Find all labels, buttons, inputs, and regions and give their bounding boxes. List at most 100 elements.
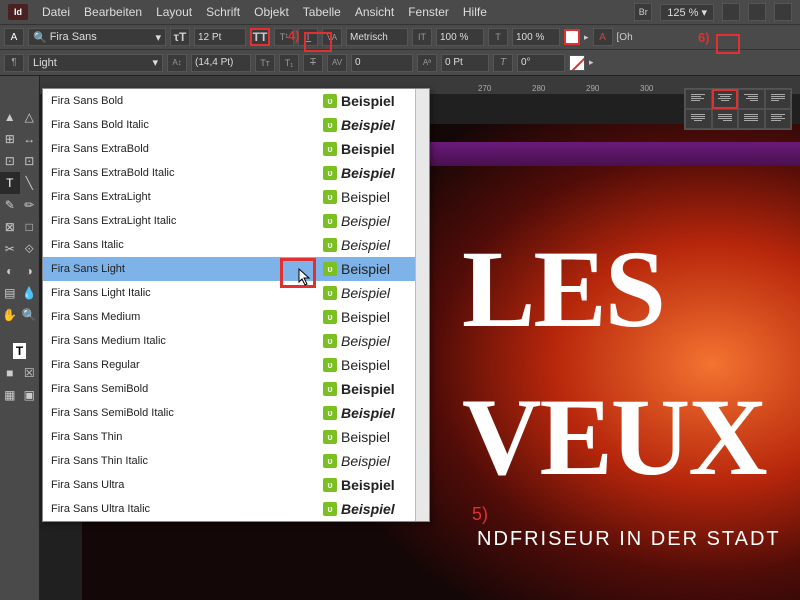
line-tool[interactable]: ╲ — [20, 172, 40, 194]
subscript-button[interactable]: T₁ — [279, 54, 299, 72]
strikethrough-button[interactable]: T — [303, 54, 323, 72]
font-option[interactable]: Fira Sans ExtraLightυBeispiel — [43, 185, 429, 209]
paragraph-align-panel — [684, 88, 792, 130]
font-option[interactable]: Fira Sans ExtraBold ItalicυBeispiel — [43, 161, 429, 185]
headline-line2: VEUX — [462, 374, 766, 501]
menu-fenster[interactable]: Fenster — [408, 5, 449, 19]
menu-ansicht[interactable]: Ansicht — [355, 5, 394, 19]
screen-mode-button[interactable] — [722, 3, 740, 21]
font-option[interactable]: Fira Sans SemiBold ItalicυBeispiel — [43, 401, 429, 425]
leading-input[interactable]: (14,4 Pt) — [191, 54, 251, 72]
font-option[interactable]: Fira Sans ExtraLight ItalicυBeispiel — [43, 209, 429, 233]
font-option[interactable]: Fira Sans MediumυBeispiel — [43, 305, 429, 329]
font-sample-text: Beispiel — [341, 309, 421, 325]
apply-color[interactable]: ■ — [0, 362, 20, 384]
font-option[interactable]: Fira Sans ExtraBoldυBeispiel — [43, 137, 429, 161]
font-size-input[interactable]: 12 Pt — [194, 28, 246, 46]
align-towards-spine[interactable] — [765, 109, 792, 129]
baseline-input[interactable]: 0 Pt — [441, 54, 489, 72]
rectangle-tool[interactable]: □ — [20, 216, 40, 238]
skew-input[interactable]: 0° — [517, 54, 565, 72]
pen-tool[interactable]: ✎ — [0, 194, 20, 216]
menu-schrift[interactable]: Schrift — [206, 5, 240, 19]
char-style-icon[interactable]: A — [593, 28, 613, 46]
gradient-swatch-tool[interactable]: ◐ — [0, 260, 20, 282]
justify-last-left[interactable] — [765, 89, 792, 109]
font-name-label: Fira Sans Italic — [51, 239, 323, 251]
menu-hilfe[interactable]: Hilfe — [463, 5, 487, 19]
font-option[interactable]: Fira Sans BoldυBeispiel — [43, 89, 429, 113]
align-right[interactable] — [738, 89, 765, 109]
font-style-dropdown[interactable]: Fira Sans BoldυBeispielFira Sans Bold It… — [42, 88, 430, 522]
font-sample-text: Beispiel — [341, 93, 421, 109]
selection-tool[interactable]: ▲ — [0, 106, 20, 128]
marker-4-box — [304, 32, 332, 52]
menu-bearbeiten[interactable]: Bearbeiten — [84, 5, 142, 19]
zoom-level[interactable]: 125 % ▾ — [660, 4, 714, 21]
type-tool[interactable]: T — [0, 172, 20, 194]
justify-last-right[interactable] — [712, 109, 739, 129]
eyedropper-tool[interactable]: 💧 — [20, 282, 40, 304]
zoom-tool[interactable]: 🔍 — [20, 304, 40, 326]
font-style-picker[interactable]: Light▾ — [28, 54, 163, 72]
normal-view-mode[interactable]: ▦ — [0, 384, 20, 406]
font-option[interactable]: Fira Sans UltraυBeispiel — [43, 473, 429, 497]
font-option[interactable]: Fira Sans Medium ItalicυBeispiel — [43, 329, 429, 353]
font-option[interactable]: Fira Sans ItalicυBeispiel — [43, 233, 429, 257]
direct-selection-tool[interactable]: △ — [20, 106, 40, 128]
font-option[interactable]: Fira Sans SemiBoldυBeispiel — [43, 377, 429, 401]
content-placer-tool[interactable]: ⊡ — [20, 150, 40, 172]
bridge-button[interactable]: Br — [634, 3, 652, 21]
font-name-label: Fira Sans Light Italic — [51, 287, 323, 299]
font-sample-text: Beispiel — [341, 477, 421, 493]
font-option[interactable]: Fira Sans Light ItalicυBeispiel — [43, 281, 429, 305]
align-left[interactable] — [685, 89, 712, 109]
font-sample-text: Beispiel — [341, 261, 421, 277]
font-option[interactable]: Fira Sans Thin ItalicυBeispiel — [43, 449, 429, 473]
font-option[interactable]: Fira Sans RegularυBeispiel — [43, 353, 429, 377]
marker-4: 4) — [288, 28, 300, 43]
workspace-button[interactable] — [774, 3, 792, 21]
fill-color-swatch[interactable] — [564, 29, 580, 45]
arrange-button[interactable] — [748, 3, 766, 21]
menu-objekt[interactable]: Objekt — [254, 5, 289, 19]
all-caps-button[interactable]: TT — [250, 28, 270, 46]
font-sample-text: Beispiel — [341, 285, 421, 301]
menu-layout[interactable]: Layout — [156, 5, 192, 19]
small-caps-button[interactable]: Tᴛ — [255, 54, 275, 72]
note-tool[interactable]: ▤ — [0, 282, 20, 304]
stroke-color-swatch[interactable] — [569, 55, 585, 71]
gradient-feather-tool[interactable]: ◑ — [20, 260, 40, 282]
align-center[interactable] — [712, 89, 739, 109]
justify-last-center[interactable] — [685, 109, 712, 129]
vscale-icon: IT — [412, 28, 432, 46]
font-option[interactable]: Fira Sans Bold ItalicυBeispiel — [43, 113, 429, 137]
content-collector-tool[interactable]: ⊡ — [0, 150, 20, 172]
apply-none[interactable]: ☒ — [20, 362, 40, 384]
page-tool[interactable]: ⊞ — [0, 128, 20, 150]
hand-tool[interactable]: ✋ — [0, 304, 20, 326]
tracking-input[interactable]: 0 — [351, 54, 413, 72]
menu-tabelle[interactable]: Tabelle — [303, 5, 341, 19]
fill-stroke-toggle[interactable]: T — [0, 340, 39, 362]
hscale-input[interactable]: 100 % — [512, 28, 560, 46]
justify-all[interactable] — [738, 109, 765, 129]
font-family-picker[interactable]: 🔍 Fira Sans▾ — [28, 28, 166, 46]
font-option[interactable]: Fira Sans Ultra ItalicυBeispiel — [43, 497, 429, 521]
font-option[interactable]: Fira Sans ThinυBeispiel — [43, 425, 429, 449]
free-transform-tool[interactable]: ⟐ — [20, 238, 40, 260]
font-option[interactable]: Fira Sans LightυBeispiel — [43, 257, 429, 281]
rectangle-frame-tool[interactable]: ⊠ — [0, 216, 20, 238]
vscale-input[interactable]: 100 % — [436, 28, 484, 46]
gap-tool[interactable]: ↔ — [20, 128, 40, 150]
kerning-input[interactable]: Metrisch — [346, 28, 408, 46]
preview-mode[interactable]: ▣ — [20, 384, 40, 406]
menu-datei[interactable]: Datei — [42, 5, 70, 19]
font-name-label: Fira Sans ExtraBold Italic — [51, 167, 323, 179]
para-format-icon[interactable]: ¶ — [4, 54, 24, 72]
leading-icon: A↕ — [167, 54, 187, 72]
scissors-tool[interactable]: ✂ — [0, 238, 20, 260]
pencil-tool[interactable]: ✏ — [20, 194, 40, 216]
char-format-icon[interactable]: A — [4, 28, 24, 46]
dropdown-scrollbar[interactable] — [415, 89, 429, 521]
